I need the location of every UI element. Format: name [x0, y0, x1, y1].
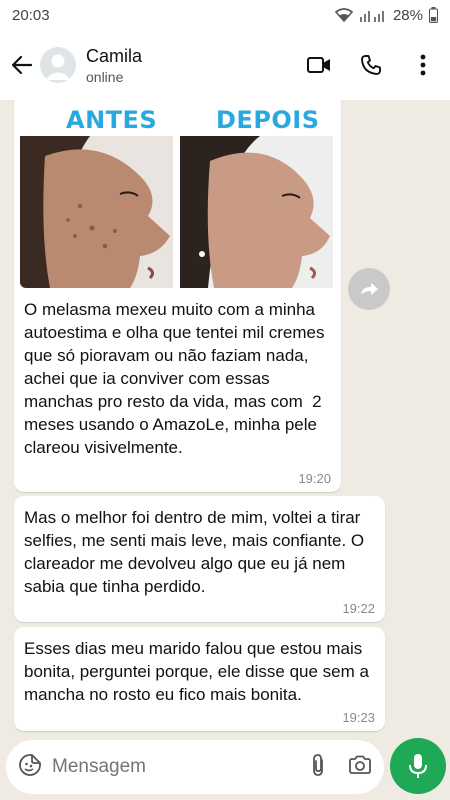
- video-call-button[interactable]: [306, 52, 332, 78]
- video-camera-icon: [307, 57, 330, 73]
- contact-info[interactable]: Camila online: [86, 46, 306, 85]
- image-caption: O melasma mexeu muito com a minha autoes…: [24, 300, 330, 457]
- text-message[interactable]: Esses dias meu marido falou que estou ma…: [14, 627, 385, 731]
- battery-icon: [429, 7, 438, 23]
- voice-record-button[interactable]: [390, 738, 446, 794]
- before-label: ANTES: [66, 106, 158, 134]
- status-icons: 28%: [334, 6, 438, 24]
- message-time: 19:23: [342, 710, 375, 725]
- emoji-button[interactable]: [18, 753, 42, 782]
- status-time: 20:03: [12, 6, 50, 24]
- more-options-button[interactable]: [410, 52, 436, 78]
- phone-icon: [361, 55, 381, 75]
- text-message[interactable]: Mas o melhor foi dentro de mim, voltei a…: [14, 496, 385, 622]
- forward-button[interactable]: [348, 268, 390, 310]
- paperclip-icon: [313, 753, 323, 776]
- microphone-icon: [409, 754, 427, 778]
- attach-button[interactable]: [310, 753, 326, 782]
- forward-icon: [361, 283, 378, 295]
- more-vertical-icon: [420, 54, 426, 76]
- message-input[interactable]: [52, 756, 310, 778]
- after-photo: [180, 136, 333, 288]
- avatar[interactable]: [40, 47, 76, 83]
- before-after-image[interactable]: ANTES DEPOIS: [20, 100, 335, 288]
- message-time: 19:20: [298, 471, 331, 486]
- camera-icon: [349, 755, 371, 774]
- voice-call-button[interactable]: [358, 52, 384, 78]
- contact-status: online: [86, 68, 124, 85]
- status-bar: 20:03 28%: [0, 0, 450, 30]
- wifi-icon: [334, 8, 353, 22]
- battery-percent: 28%: [392, 6, 423, 24]
- message-text: Esses dias meu marido falou que estou ma…: [24, 639, 374, 704]
- message-composer: [6, 740, 384, 794]
- default-avatar-icon: [45, 54, 71, 80]
- message-time: 19:22: [342, 601, 375, 616]
- arrow-left-icon: [11, 55, 33, 75]
- after-label: DEPOIS: [216, 106, 320, 134]
- image-message[interactable]: ANTES DEPOIS O melasma mexeu muito com a…: [14, 100, 341, 492]
- camera-button[interactable]: [348, 755, 372, 780]
- message-text: Mas o melhor foi dentro de mim, voltei a…: [24, 508, 369, 596]
- before-photo: [20, 136, 173, 288]
- chat-area[interactable]: ANTES DEPOIS O melasma mexeu muito com a…: [0, 100, 450, 735]
- chat-header: Camila online: [0, 30, 450, 100]
- signal-icon: [359, 11, 384, 22]
- contact-name: Camila: [86, 45, 143, 66]
- sticker-icon: [19, 753, 41, 776]
- back-button[interactable]: [8, 51, 36, 79]
